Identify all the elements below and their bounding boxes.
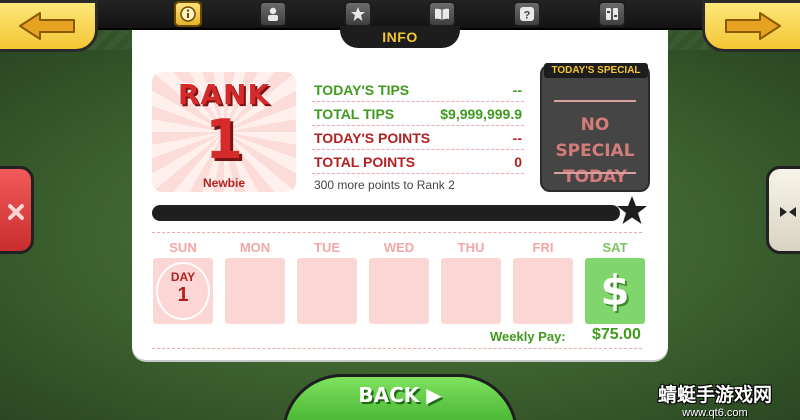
day-label: WED	[383, 240, 415, 255]
dollar-icon: $	[600, 266, 630, 315]
day-sun: SUN DAY 1	[152, 236, 214, 328]
stat-total-points: TOTAL POINTS 0	[312, 150, 524, 174]
payday-box: $	[585, 258, 645, 324]
stat-label: TOTAL TIPS	[314, 105, 395, 122]
stat-label: TODAY'S TIPS	[314, 81, 410, 98]
day-box	[441, 258, 501, 324]
week-divider-bottom	[152, 348, 642, 349]
tab-bar: ?	[170, 0, 630, 28]
book-icon	[435, 8, 450, 20]
star-icon	[350, 7, 365, 21]
arrow-left-icon	[19, 12, 75, 40]
tab-info[interactable]	[174, 1, 202, 27]
tab-profile[interactable]	[258, 1, 287, 27]
sliders-icon	[605, 8, 618, 20]
week-calendar: SUN DAY 1 MON TUE WED THU FRI SAT $	[152, 236, 646, 328]
tab-book[interactable]	[428, 1, 457, 27]
day-mon: MON	[224, 236, 286, 328]
day-box	[369, 258, 429, 324]
day-box	[225, 258, 285, 324]
day-box	[513, 258, 573, 324]
watermark: 蜻蜓手游戏网 www.qt6.com	[640, 380, 790, 419]
person-icon	[267, 7, 278, 21]
stat-todays-tips: TODAY'S TIPS --	[312, 78, 524, 102]
week-divider-top	[152, 232, 642, 233]
todays-special-tag: TODAY'S SPECIAL	[544, 63, 648, 78]
watermark-main: 蜻蜓手游戏网	[657, 385, 772, 406]
day-label: SUN	[169, 240, 197, 255]
rank-label: RANK	[177, 78, 271, 111]
prev-arrow-button[interactable]	[0, 0, 98, 52]
special-text: NO SPECIAL TODAY	[540, 112, 650, 190]
day-label: SAT	[602, 240, 628, 255]
stat-label: TOTAL POINTS	[314, 153, 416, 170]
special-line-1: NO SPECIAL	[555, 115, 635, 161]
special-divider-top	[554, 100, 636, 102]
rank-panel: RANK 1 Newbie	[152, 72, 296, 192]
day-label: THU	[457, 240, 485, 255]
rank-star-icon	[617, 196, 647, 224]
close-side-button[interactable]	[0, 166, 34, 254]
day-fri: FRI	[512, 236, 574, 328]
question-icon: ?	[520, 7, 535, 22]
info-icon	[180, 6, 196, 22]
next-rank-text: 300 more points to Rank 2	[314, 178, 455, 192]
watermark-url: www.qt6.com	[682, 407, 748, 419]
day-wed: WED	[368, 236, 430, 328]
stat-total-tips: TOTAL TIPS $9,999,999.9	[312, 102, 524, 126]
collapse-arrows-icon	[780, 207, 796, 217]
current-day-number: 1	[177, 284, 189, 306]
stat-value: $9,999,999.9	[440, 105, 522, 122]
tab-help[interactable]: ?	[513, 1, 542, 27]
day-label: TUE	[314, 240, 340, 255]
current-day-label: DAY	[170, 270, 196, 284]
collapse-side-button[interactable]	[766, 166, 800, 254]
weekly-pay-value: $75.00	[592, 326, 641, 343]
stat-value: --	[512, 81, 522, 98]
special-divider-bottom	[554, 172, 636, 174]
tab-rank[interactable]	[343, 1, 372, 27]
rank-progress-bar	[152, 205, 620, 221]
stat-value: 0	[514, 153, 522, 170]
back-button[interactable]: BACK ▶	[282, 374, 518, 420]
stat-label: TODAY'S POINTS	[314, 129, 431, 146]
stats-list: TODAY'S TIPS -- TOTAL TIPS $9,999,999.9 …	[312, 78, 524, 174]
day-tue: TUE	[296, 236, 358, 328]
panel-title-tab: INFO	[340, 26, 460, 48]
rank-number: 1	[205, 108, 243, 171]
close-icon	[8, 204, 24, 220]
day-sat: SAT $	[584, 236, 646, 328]
back-button-label: BACK ▶	[358, 383, 442, 407]
day-box	[297, 258, 357, 324]
day-label: FRI	[532, 240, 554, 255]
tab-settings[interactable]	[597, 1, 626, 27]
arrow-right-icon	[725, 12, 781, 40]
next-arrow-button[interactable]	[702, 0, 800, 52]
stat-todays-points: TODAY'S POINTS --	[312, 126, 524, 150]
rank-title: Newbie	[202, 176, 245, 190]
day-label: MON	[239, 240, 271, 255]
stat-value: --	[512, 129, 522, 146]
day-box: DAY 1	[153, 258, 213, 324]
special-line-2: TODAY	[563, 167, 627, 187]
svg-text:?: ?	[524, 10, 531, 22]
day-thu: THU	[440, 236, 502, 328]
weekly-pay-label: Weekly Pay:	[490, 329, 566, 344]
panel-title: INFO	[382, 29, 418, 45]
